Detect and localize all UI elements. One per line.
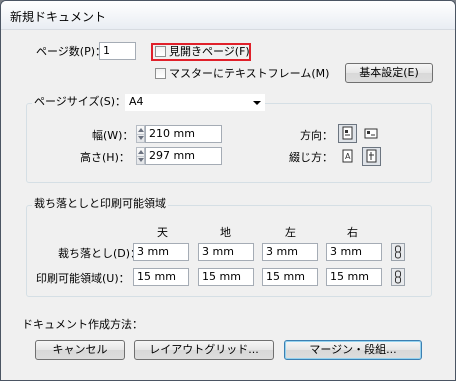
- bleed-bottom-input[interactable]: 3 mm: [198, 243, 254, 261]
- right-binding-button[interactable]: [362, 147, 381, 166]
- column-top-label: 天: [157, 226, 168, 239]
- width-label: 幅(W)：: [92, 129, 134, 142]
- landscape-orientation-button[interactable]: [362, 124, 381, 143]
- title-bar: 新規ドキュメント: [1, 1, 455, 30]
- right-binding-icon: [366, 149, 377, 163]
- bleed-label: 裁ち落とし(D)：: [58, 247, 142, 260]
- column-right-label: 右: [347, 226, 358, 239]
- bleed-top-input[interactable]: 3 mm: [133, 243, 189, 261]
- slug-label: 印刷可能領域(U)：: [36, 272, 130, 285]
- master-text-frame-checkbox[interactable]: [155, 68, 166, 79]
- page-count-input[interactable]: 1: [99, 42, 136, 60]
- slug-left-input[interactable]: 15 mm: [262, 268, 318, 286]
- portrait-orientation-icon: [342, 126, 353, 140]
- page-size-select[interactable]: A4: [125, 94, 265, 111]
- page-size-value: A4: [129, 95, 144, 108]
- facing-pages-checkbox[interactable]: [155, 46, 166, 57]
- binding-label: 綴じ方：: [289, 151, 333, 164]
- slug-top-input[interactable]: 15 mm: [133, 268, 189, 286]
- margin-column-button[interactable]: マージン・段組...: [284, 340, 422, 360]
- bleed-left-input[interactable]: 3 mm: [262, 243, 318, 261]
- master-text-frame-label: マスターにテキストフレーム(M): [169, 67, 330, 80]
- bleed-right-input[interactable]: 3 mm: [326, 243, 382, 261]
- slug-link-button[interactable]: [391, 268, 405, 286]
- chevron-down-icon: [253, 101, 261, 105]
- svg-text:A: A: [345, 152, 351, 161]
- layout-grid-button[interactable]: レイアウトグリッド...: [134, 340, 274, 360]
- width-stepper[interactable]: [136, 125, 145, 143]
- new-document-dialog: 新規ドキュメント ページ数(P)： 1 見開きページ(F) マスターにテキストフ…: [0, 0, 456, 381]
- basic-settings-button[interactable]: 基本設定(E): [345, 63, 433, 83]
- bleed-link-button[interactable]: [391, 243, 405, 261]
- landscape-orientation-icon: [364, 128, 378, 139]
- creation-method-label: ドキュメント作成方法：: [22, 318, 143, 331]
- window-title: 新規ドキュメント: [10, 10, 107, 24]
- height-input[interactable]: 297 mm: [145, 147, 222, 165]
- facing-pages-label: 見開きページ(F): [169, 45, 250, 58]
- height-label: 高さ(H)：: [80, 151, 130, 164]
- chain-link-icon: [395, 270, 401, 284]
- page-count-label: ページ数(P)：: [36, 45, 106, 58]
- column-left-label: 左: [285, 226, 296, 239]
- width-input[interactable]: 210 mm: [145, 125, 222, 143]
- cancel-button[interactable]: キャンセル: [35, 340, 125, 360]
- portrait-orientation-button[interactable]: [338, 124, 357, 143]
- page-size-group: [26, 103, 432, 183]
- chain-link-icon: [395, 245, 401, 259]
- column-bottom-label: 地: [220, 226, 231, 239]
- page-size-label: ページサイズ(S)：: [32, 95, 129, 109]
- orientation-label: 方向：: [300, 129, 333, 142]
- bleed-slug-legend: 裁ち落としと印刷可能領域: [32, 197, 168, 211]
- slug-right-input[interactable]: 15 mm: [326, 268, 382, 286]
- height-stepper[interactable]: [136, 147, 145, 165]
- left-binding-button[interactable]: A: [338, 147, 357, 166]
- slug-bottom-input[interactable]: 15 mm: [198, 268, 254, 286]
- left-binding-icon: A: [342, 149, 353, 163]
